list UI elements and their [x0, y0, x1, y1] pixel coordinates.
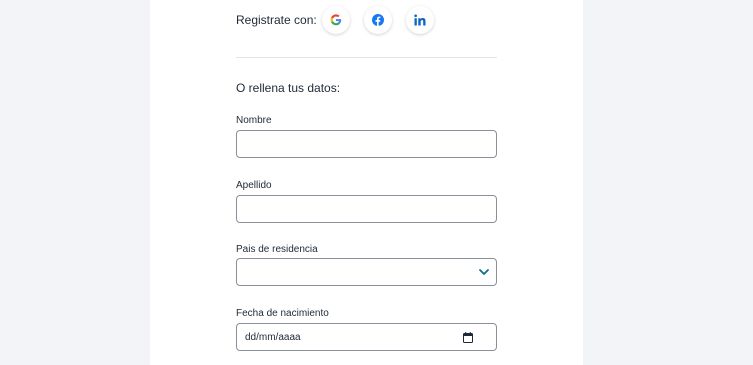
apellido-label: Apellido: [236, 180, 272, 191]
pais-select[interactable]: [236, 258, 497, 286]
calendar-icon[interactable]: [463, 332, 473, 343]
fecha-placeholder: dd/mm/aaaa: [245, 332, 301, 343]
fecha-input[interactable]: dd/mm/aaaa: [236, 323, 497, 351]
social-signup-row: Registrate con:: [236, 4, 448, 36]
facebook-icon: [372, 14, 384, 26]
registration-card: Registrate con: O rellena tus datos: Nom…: [150, 0, 583, 365]
chevron-down-icon: [479, 269, 489, 275]
google-signup-button[interactable]: [322, 6, 350, 34]
facebook-signup-button[interactable]: [364, 6, 392, 34]
fecha-label: Fecha de nacimiento: [236, 308, 329, 319]
linkedin-icon: [414, 14, 426, 26]
social-signup-label: Registrate con:: [236, 13, 317, 27]
google-icon: [330, 14, 342, 26]
nombre-label: Nombre: [236, 115, 272, 126]
linkedin-signup-button[interactable]: [406, 6, 434, 34]
nombre-field-box: [236, 130, 497, 158]
apellido-field-box: [236, 195, 497, 223]
nombre-input[interactable]: [237, 131, 496, 157]
pais-label: Pais de residencia: [236, 244, 318, 255]
form-subtitle: O rellena tus datos:: [236, 81, 341, 95]
section-divider: [236, 57, 497, 58]
apellido-input[interactable]: [237, 196, 496, 222]
